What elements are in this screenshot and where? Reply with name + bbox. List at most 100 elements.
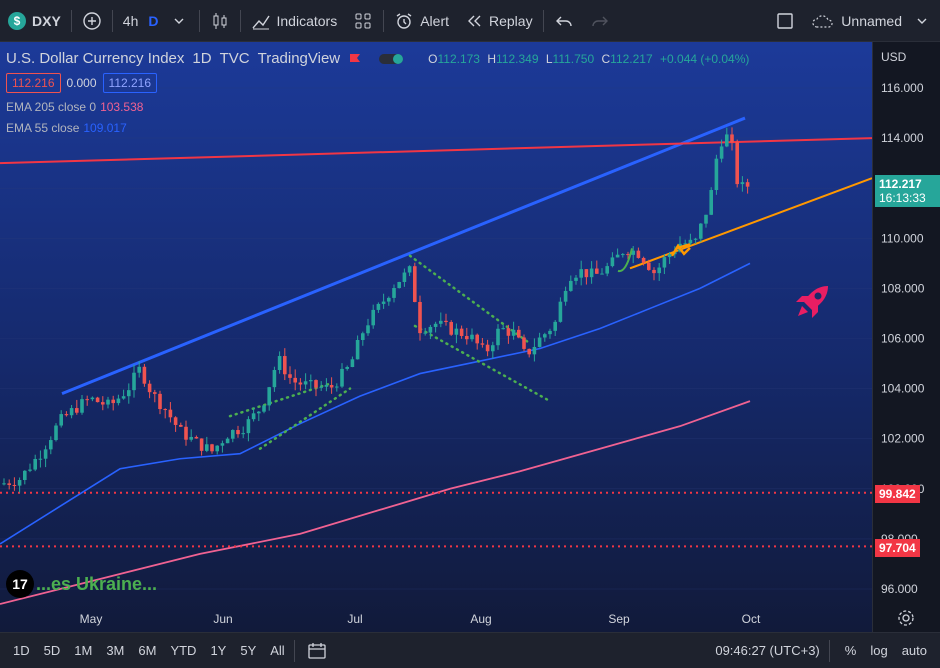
visibility-toggle-icon[interactable] [378, 51, 422, 67]
candle-body [215, 445, 219, 452]
divider [828, 639, 830, 662]
templates-button[interactable] [345, 0, 381, 42]
spread-value: 0.000 [66, 76, 97, 90]
interval-4h[interactable]: 4h [123, 13, 139, 29]
bid-price[interactable]: 112.216 [6, 73, 61, 93]
candle-body [537, 337, 542, 347]
chevron-down-icon[interactable] [169, 14, 189, 28]
range-button[interactable]: YTD [163, 643, 203, 658]
candle-body [402, 272, 407, 283]
candle-body [381, 301, 386, 304]
range-button[interactable]: 5D [37, 643, 68, 658]
range-button[interactable]: All [263, 643, 291, 658]
candle-body [309, 380, 313, 382]
divider [111, 9, 113, 32]
settings-gear-icon[interactable] [897, 609, 915, 627]
flag-icon[interactable] [348, 52, 362, 66]
ema205-label: EMA 205 close 0 [6, 100, 97, 114]
log-toggle[interactable]: log [863, 643, 894, 658]
interval-selector[interactable]: 4h D [115, 0, 197, 42]
level-tag-2: 97.704 [875, 539, 920, 557]
price-tick-label: 106.000 [881, 332, 925, 346]
candle-body [2, 483, 6, 485]
range-button[interactable]: 1Y [203, 643, 233, 658]
undo-button[interactable] [546, 0, 582, 42]
chart-legend: U.S. Dollar Currency Index 1D TVC Tradin… [6, 50, 749, 135]
candle-body [433, 323, 438, 327]
ema205-legend[interactable]: EMA 205 close 0 103.538 [6, 100, 749, 114]
candle-body [439, 320, 443, 324]
replay-button[interactable]: Replay [457, 0, 541, 42]
candle-body [366, 325, 370, 334]
grid-icon [355, 13, 371, 28]
ohlc-values: O112.173 H112.349 L111.750 C112.217 +0.0… [428, 51, 750, 66]
candle-body [485, 344, 490, 352]
range-button[interactable]: 5Y [233, 643, 263, 658]
candle-body [350, 359, 355, 367]
ema55-legend[interactable]: EMA 55 close 109.017 [6, 121, 749, 135]
compare-button[interactable] [74, 0, 110, 42]
candle-body [241, 433, 245, 435]
range-button[interactable]: 3M [99, 643, 131, 658]
fullscreen-button[interactable] [767, 0, 803, 42]
candle-body [688, 239, 693, 244]
ask-price[interactable]: 112.216 [102, 73, 158, 93]
candle-body [199, 438, 204, 451]
candle-body [397, 282, 401, 289]
candle-body [340, 368, 344, 387]
candle-body [90, 397, 95, 400]
candle-body [298, 382, 303, 385]
candle-body [470, 334, 474, 340]
candle-body [121, 396, 126, 399]
divider [70, 9, 72, 32]
series-title-row[interactable]: U.S. Dollar Currency Index 1D TVC Tradin… [6, 50, 749, 67]
candle-body [54, 425, 58, 441]
candle-body [251, 413, 256, 420]
candle-body [142, 366, 147, 384]
top-toolbar: $ DXY 4h D Indicators Alert Replay Unnam… [0, 0, 940, 42]
range-button[interactable]: 6M [131, 643, 163, 658]
currency-label[interactable]: USD [881, 50, 906, 64]
price-tick-label: 96.000 [881, 582, 918, 596]
time-tick-label: Aug [470, 612, 491, 626]
candle-body [569, 280, 573, 291]
candle-body [532, 346, 537, 355]
time-axis[interactable]: May Jun Jul Aug Sep Oct [0, 605, 872, 632]
price-tick-label: 110.000 [881, 231, 924, 245]
candle-body [543, 334, 547, 338]
candle-body [725, 134, 729, 147]
watermark-text: ...es Ukraine... [36, 573, 158, 594]
candle-body [205, 444, 209, 451]
candle-body [329, 385, 334, 388]
price-axis[interactable]: USD 96.00098.000100.000102.000104.000106… [872, 42, 940, 632]
candle-body [210, 444, 214, 452]
indicators-button[interactable]: Indicators [243, 0, 346, 42]
candle-body [361, 333, 365, 340]
chart-pane[interactable]: 17 ...es Ukraine... U.S. Dollar Currency… [0, 42, 872, 632]
symbol-search[interactable]: $ DXY [0, 0, 69, 42]
percent-toggle[interactable]: % [838, 643, 864, 658]
candle-body [225, 438, 230, 444]
candle-body [491, 345, 495, 352]
candle-body [106, 399, 110, 405]
auto-toggle[interactable]: auto [895, 643, 934, 658]
candle-body [522, 337, 526, 349]
candle-body [699, 223, 703, 239]
candle-body [589, 268, 594, 278]
range-button[interactable]: 1D [6, 643, 37, 658]
layout-button[interactable]: Unnamed [803, 0, 940, 42]
range-button[interactable]: 1M [67, 643, 99, 658]
interval-d[interactable]: D [148, 13, 158, 29]
series-title[interactable]: U.S. Dollar Currency Index [6, 50, 184, 67]
candle-body [314, 380, 318, 388]
clock-time[interactable]: 09:46:27 (UTC+3) [708, 643, 826, 658]
candle-body [173, 417, 178, 425]
alert-button[interactable]: Alert [386, 0, 457, 42]
candle-body [501, 328, 505, 330]
candle-body [730, 134, 734, 143]
redo-button[interactable] [582, 0, 618, 42]
candle-body [615, 254, 620, 258]
calendar-goto-icon[interactable] [307, 642, 327, 660]
candle-body [745, 182, 750, 187]
chart-type-button[interactable] [202, 0, 238, 42]
